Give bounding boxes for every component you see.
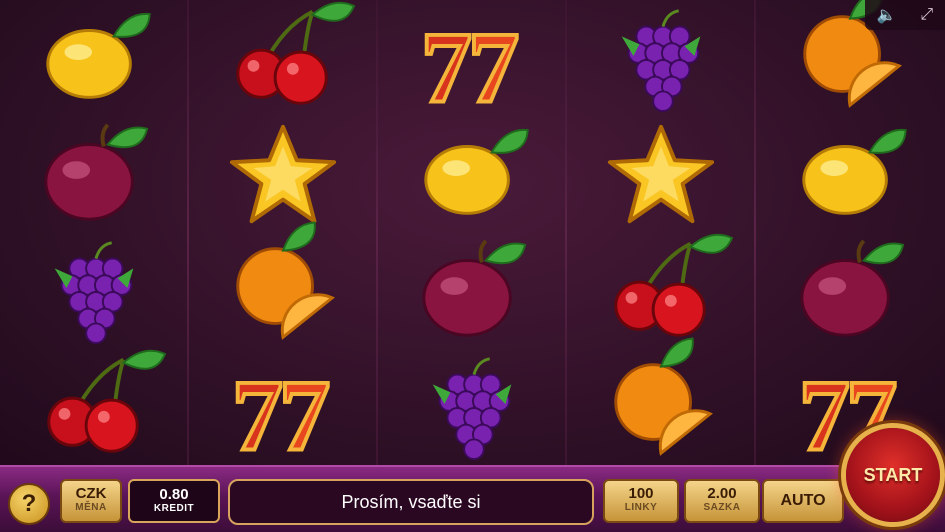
help-button[interactable]: ? [8, 483, 50, 525]
credit-value: 0.80 [159, 486, 189, 503]
reel-5: 77 [756, 0, 944, 465]
reel-divider [565, 0, 567, 465]
reel-4 [567, 0, 755, 465]
reel-divider [754, 0, 756, 465]
reel-divider [376, 0, 378, 465]
cherry-symbol [189, 0, 377, 116]
bet-label: SAZKA [703, 502, 741, 513]
lines-box[interactable]: 100 LINKY [603, 479, 679, 523]
star-symbol [567, 116, 755, 232]
star-symbol [189, 116, 377, 232]
grapes-symbol [378, 348, 566, 464]
svg-text:7: 7 [799, 359, 850, 465]
currency-value: CZK [75, 485, 107, 502]
svg-text:7: 7 [232, 359, 283, 465]
plum-symbol [378, 232, 566, 348]
plum-symbol [756, 232, 944, 348]
reels-area: 777777 [0, 0, 945, 465]
svg-text:7: 7 [279, 359, 330, 465]
lines-value: 100 [628, 485, 654, 502]
top-controls: 🔈 ⤢ [865, 0, 945, 30]
speaker-icon[interactable]: 🔈 [877, 5, 897, 25]
bet-value: 2.00 [707, 485, 737, 502]
expand-icon[interactable]: ⤢ [920, 6, 933, 24]
grapes-symbol [567, 0, 755, 116]
bet-box[interactable]: 2.00 SAZKA [684, 479, 760, 523]
start-button[interactable]: START [846, 428, 940, 522]
plum-symbol [0, 116, 188, 232]
credit-box: 0.80 KREDIT [128, 479, 220, 523]
reel-1 [0, 0, 188, 465]
currency-label: MĚNA [75, 502, 107, 513]
lemon-symbol [756, 116, 944, 232]
grapes-symbol [0, 232, 188, 348]
cherry-symbol [0, 348, 188, 464]
lemon-symbol [0, 0, 188, 116]
control-bar: ? CZK MĚNA 0.80 KREDIT Prosím, vsaďte si… [0, 465, 945, 532]
seven-symbol: 77 [378, 0, 566, 126]
orange-symbol [189, 221, 377, 348]
currency-box[interactable]: CZK MĚNA [60, 479, 122, 523]
lemon-symbol [378, 116, 566, 232]
credit-label: KREDIT [153, 503, 195, 514]
status-message: Prosím, vsaďte si [228, 479, 594, 525]
svg-text:7: 7 [468, 11, 519, 124]
svg-text:7: 7 [421, 11, 472, 124]
cherry-symbol [567, 232, 755, 348]
seven-symbol: 77 [189, 348, 377, 465]
auto-button[interactable]: AUTO [762, 479, 844, 523]
reel-3: 77 [378, 0, 566, 465]
reel-2: 77 [189, 0, 377, 465]
reel-divider [187, 0, 189, 465]
orange-symbol [567, 337, 755, 464]
lines-label: LINKY [624, 502, 658, 513]
